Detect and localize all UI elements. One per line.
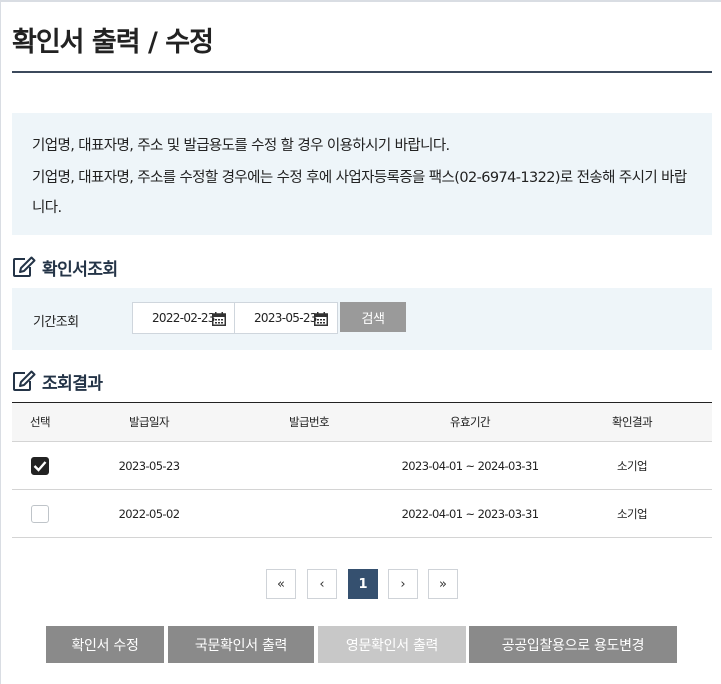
search-panel: 기간조회 2022-02-23 2023-05-23 검색 bbox=[12, 288, 712, 350]
row-select-cell bbox=[12, 442, 68, 489]
row-checkbox[interactable] bbox=[31, 504, 49, 523]
results-section-header: 조회결과 bbox=[12, 368, 103, 394]
row-select-cell bbox=[12, 490, 68, 537]
row-checkbox[interactable] bbox=[31, 456, 49, 475]
page-title: 확인서 출력 / 수정 bbox=[12, 27, 214, 58]
start-date-value: 2022-02-23 bbox=[152, 311, 215, 325]
pagination-last-button[interactable]: » bbox=[428, 569, 458, 599]
table-row[interactable]: 2023-05-23 2023-04-01 ~ 2024-03-31 소기업 bbox=[12, 442, 712, 490]
search-section-title: 확인서조회 bbox=[42, 259, 118, 280]
issue-date-cell: 2023-05-23 bbox=[118, 458, 180, 473]
checkmark-icon bbox=[33, 460, 47, 472]
notice-line-1: 기업명, 대표자명, 주소 및 발급용도를 수정 할 경우 이용하시기 바랍니다… bbox=[32, 138, 450, 154]
result-cell: 소기업 bbox=[617, 506, 648, 521]
calendar-icon[interactable] bbox=[314, 312, 328, 326]
change-purpose-button[interactable]: 공공입찰용으로 용도변경 bbox=[469, 626, 677, 663]
pagination-prev-button[interactable]: ‹ bbox=[307, 569, 337, 599]
table-header: 선택 발급일자 발급번호 유효기간 확인결과 bbox=[12, 402, 712, 442]
notice-line-2: 기업명, 대표자명, 주소를 수정할 경우에는 수정 후에 사업자등록증을 팩스… bbox=[32, 170, 687, 216]
print-english-button[interactable]: 영문확인서 출력 bbox=[318, 626, 466, 663]
end-date-field[interactable]: 2023-05-23 bbox=[234, 302, 338, 334]
start-date-field[interactable]: 2022-02-23 bbox=[132, 302, 236, 334]
issue-number-cell bbox=[242, 442, 376, 489]
pagination-page-current[interactable]: 1 bbox=[348, 569, 378, 599]
table-row[interactable]: 2022-05-02 2022-04-01 ~ 2023-03-31 소기업 bbox=[12, 490, 712, 538]
column-header-result: 확인결과 bbox=[612, 415, 653, 429]
results-section-title: 조회결과 bbox=[42, 373, 103, 394]
results-table: 선택 발급일자 발급번호 유효기간 확인결과 2023-05-23 2023-0… bbox=[12, 402, 712, 538]
edit-icon bbox=[13, 370, 36, 391]
calendar-icon[interactable] bbox=[212, 312, 226, 326]
column-header-valid-period: 유효기간 bbox=[450, 415, 491, 429]
end-date-value: 2023-05-23 bbox=[254, 311, 317, 325]
column-header-issue-date: 발급일자 bbox=[129, 415, 170, 429]
column-header-select: 선택 bbox=[30, 415, 51, 429]
edit-icon bbox=[13, 256, 36, 277]
search-button[interactable]: 검색 bbox=[340, 302, 406, 332]
edit-certificate-button[interactable]: 확인서 수정 bbox=[46, 626, 164, 663]
valid-period-cell: 2023-04-01 ~ 2024-03-31 bbox=[401, 458, 539, 473]
issue-number-cell bbox=[242, 490, 376, 537]
result-cell: 소기업 bbox=[617, 458, 648, 473]
notice-box: 기업명, 대표자명, 주소 및 발급용도를 수정 할 경우 이용하시기 바랍니다… bbox=[12, 113, 712, 235]
period-label: 기간조회 bbox=[33, 315, 79, 330]
column-header-issue-number: 발급번호 bbox=[289, 415, 330, 429]
valid-period-cell: 2022-04-01 ~ 2023-03-31 bbox=[401, 506, 539, 521]
issue-date-cell: 2022-05-02 bbox=[118, 506, 180, 521]
print-korean-button[interactable]: 국문확인서 출력 bbox=[168, 626, 314, 663]
pagination-first-button[interactable]: « bbox=[266, 569, 296, 599]
pagination-next-button[interactable]: › bbox=[388, 569, 418, 599]
search-section-header: 확인서조회 bbox=[12, 254, 118, 280]
title-divider bbox=[12, 71, 712, 73]
